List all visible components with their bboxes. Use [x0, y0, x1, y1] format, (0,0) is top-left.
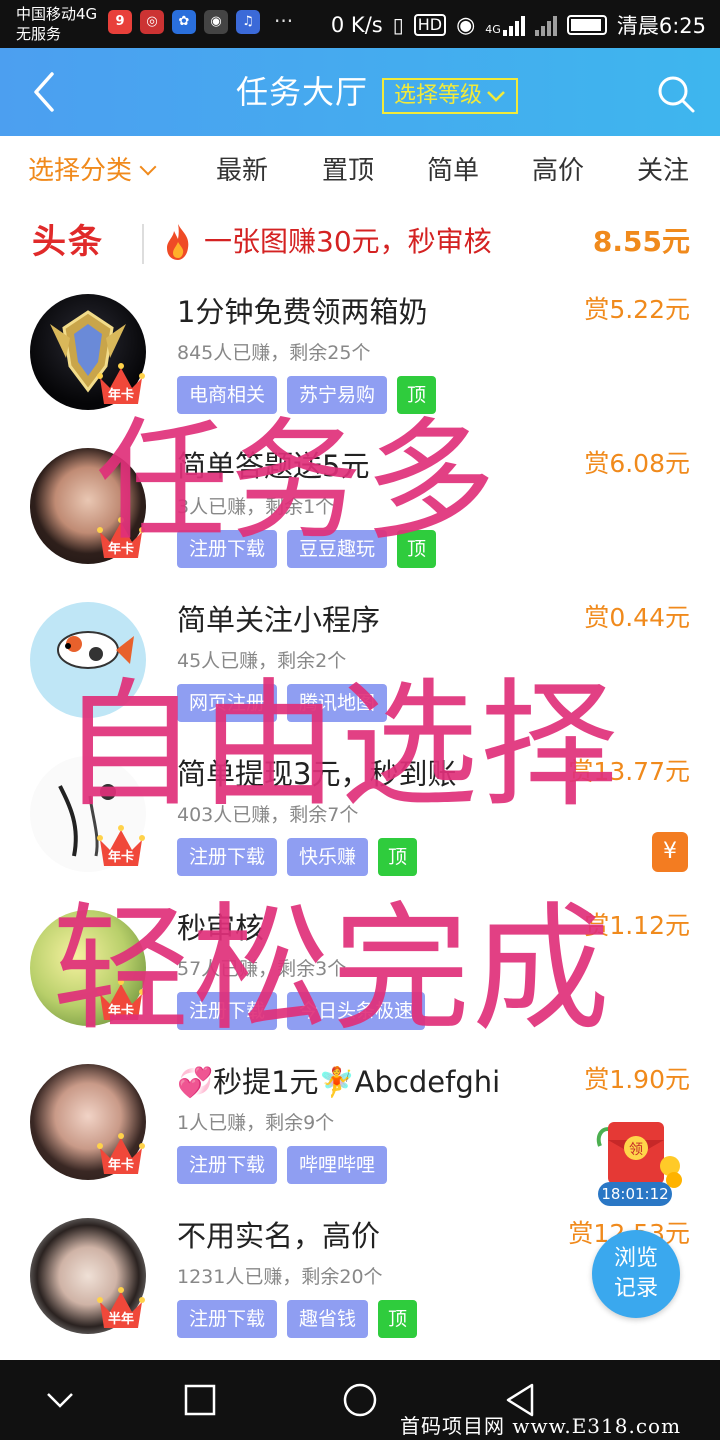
task-tags: 注册下载 趣省钱 顶 [177, 1300, 418, 1338]
search-icon[interactable] [656, 74, 696, 114]
crown-badge: 年卡 [96, 1128, 146, 1178]
history-label-line2: 记录 [613, 1276, 658, 1301]
home-icon[interactable] [340, 1380, 380, 1420]
hd-icon: HD [413, 14, 447, 36]
status-bar: 中国移动4G 无服务 9 ◎ ✿ ◉ ♫ ··· 0 K/s ▯ HD ◉ 4G… [0, 0, 720, 48]
membership-badge: 年卡 [107, 850, 134, 865]
promo-line-1: 任务多 [96, 405, 498, 559]
crown-badge: 半年 [96, 1282, 146, 1332]
chevron-down-icon [487, 91, 505, 102]
task-stats: 1231人已赚，剩余20个 [177, 1266, 383, 1288]
back-icon[interactable] [28, 70, 64, 114]
eye-comfort-icon: ◉ [456, 12, 476, 38]
task-reward: 赏6.08元 [584, 449, 690, 478]
carrier-info: 中国移动4G 无服务 [16, 4, 97, 44]
task-title: 不用实名，高价 [177, 1219, 381, 1253]
pinned-tag: 顶 [378, 1300, 418, 1338]
task-tag: 注册下载 [177, 838, 278, 876]
headline-logo: 头条 [32, 222, 104, 262]
membership-badge: 半年 [107, 1312, 134, 1327]
select-level-button[interactable]: 选择等级 [382, 78, 519, 114]
network-type: 4G [485, 23, 501, 36]
task-tag: 快乐赚 [287, 838, 369, 876]
pinned-tag: 顶 [378, 838, 418, 876]
task-reward: 赏0.44元 [584, 603, 690, 632]
tab-simple[interactable]: 简单 [427, 154, 479, 188]
task-reward: 赏5.22元 [584, 295, 690, 324]
music-app-icon: ♫ [236, 10, 260, 34]
tab-high-price[interactable]: 高价 [532, 154, 584, 188]
clock: 清晨6:25 [616, 14, 706, 38]
membership-badge: 年卡 [107, 1158, 134, 1173]
signal-off-icon [534, 14, 557, 36]
category-tabs: 选择分类 最新 置顶 简单 高价 关注 [0, 136, 720, 206]
hide-keyboard-icon[interactable] [40, 1380, 80, 1420]
baidu-app-icon: ✿ [172, 10, 196, 34]
signal-4g-icon: 4G [485, 14, 525, 36]
task-title: 1分钟免费领两箱奶 [177, 295, 428, 329]
recents-icon[interactable] [180, 1380, 220, 1420]
crown-badge: 年卡 [96, 820, 146, 870]
more-notifications-icon: ··· [274, 9, 294, 33]
task-reward: 赏1.90元 [584, 1065, 690, 1094]
divider [142, 224, 144, 264]
chevron-down-icon [139, 158, 157, 176]
task-title: 简单关注小程序 [177, 603, 381, 637]
vibrate-icon: ▯ [392, 13, 404, 37]
page-title: 任务大厅 [236, 73, 369, 111]
tab-latest[interactable]: 最新 [216, 154, 268, 188]
tab-following[interactable]: 关注 [637, 154, 689, 188]
countdown-timer: 18:01:12 [598, 1182, 672, 1206]
wechat-icon: ◉ [204, 10, 228, 34]
network-speed: 0 K/s [330, 13, 383, 37]
promo-line-3: 轻松完成 [52, 889, 613, 1050]
carrier-name: 中国移动4G [16, 5, 98, 23]
battery-icon [566, 15, 607, 35]
task-tags: 注册下载 哔哩哔哩 [177, 1146, 388, 1184]
membership-badge: 年卡 [107, 388, 134, 403]
task-stats: 845人已赚，剩余25个 [177, 342, 371, 364]
promo-line-2: 自由选择 [60, 665, 621, 826]
app-notification-icon: 9 [108, 10, 132, 34]
tab-pinned[interactable]: 置顶 [322, 154, 374, 188]
task-tag: 趣省钱 [287, 1300, 369, 1338]
headline-text: 一张图赚30元，秒审核 [204, 225, 492, 258]
tab-label: 选择分类 [28, 156, 133, 186]
fire-icon [167, 224, 189, 260]
task-title: 💞秒提1元🧚Abcdefghi [177, 1065, 501, 1099]
task-tag: 注册下载 [177, 1146, 278, 1184]
task-tags: 注册下载 快乐赚 顶 [177, 838, 418, 876]
red-packet-label: 领 [629, 1142, 643, 1158]
cash-reward-icon[interactable]: ¥ [652, 832, 688, 872]
task-tag: 注册下载 [177, 1300, 278, 1338]
select-level-label: 选择等级 [394, 83, 483, 108]
bank-app-icon: ◎ [140, 10, 164, 34]
headline-price: 8.55元 [592, 225, 690, 258]
browse-history-button[interactable]: 浏览 记录 [592, 1230, 680, 1318]
notification-icons: 9 ◎ ✿ ◉ ♫ ··· [108, 10, 293, 34]
crown-badge: 年卡 [96, 358, 146, 408]
site-watermark: 首码项目网 www.E318.com [400, 1414, 682, 1438]
app-header: 任务大厅 选择等级 [0, 48, 720, 136]
history-label-line1: 浏览 [613, 1246, 658, 1271]
tab-select-category[interactable]: 选择分类 [28, 154, 157, 188]
task-stats: 1人已赚，剩余9个 [177, 1112, 335, 1134]
carrier-status: 无服务 [16, 25, 62, 43]
task-tag: 哔哩哔哩 [287, 1146, 388, 1184]
headline-banner[interactable]: 头条 一张图赚30元，秒审核 8.55元 [0, 206, 720, 280]
